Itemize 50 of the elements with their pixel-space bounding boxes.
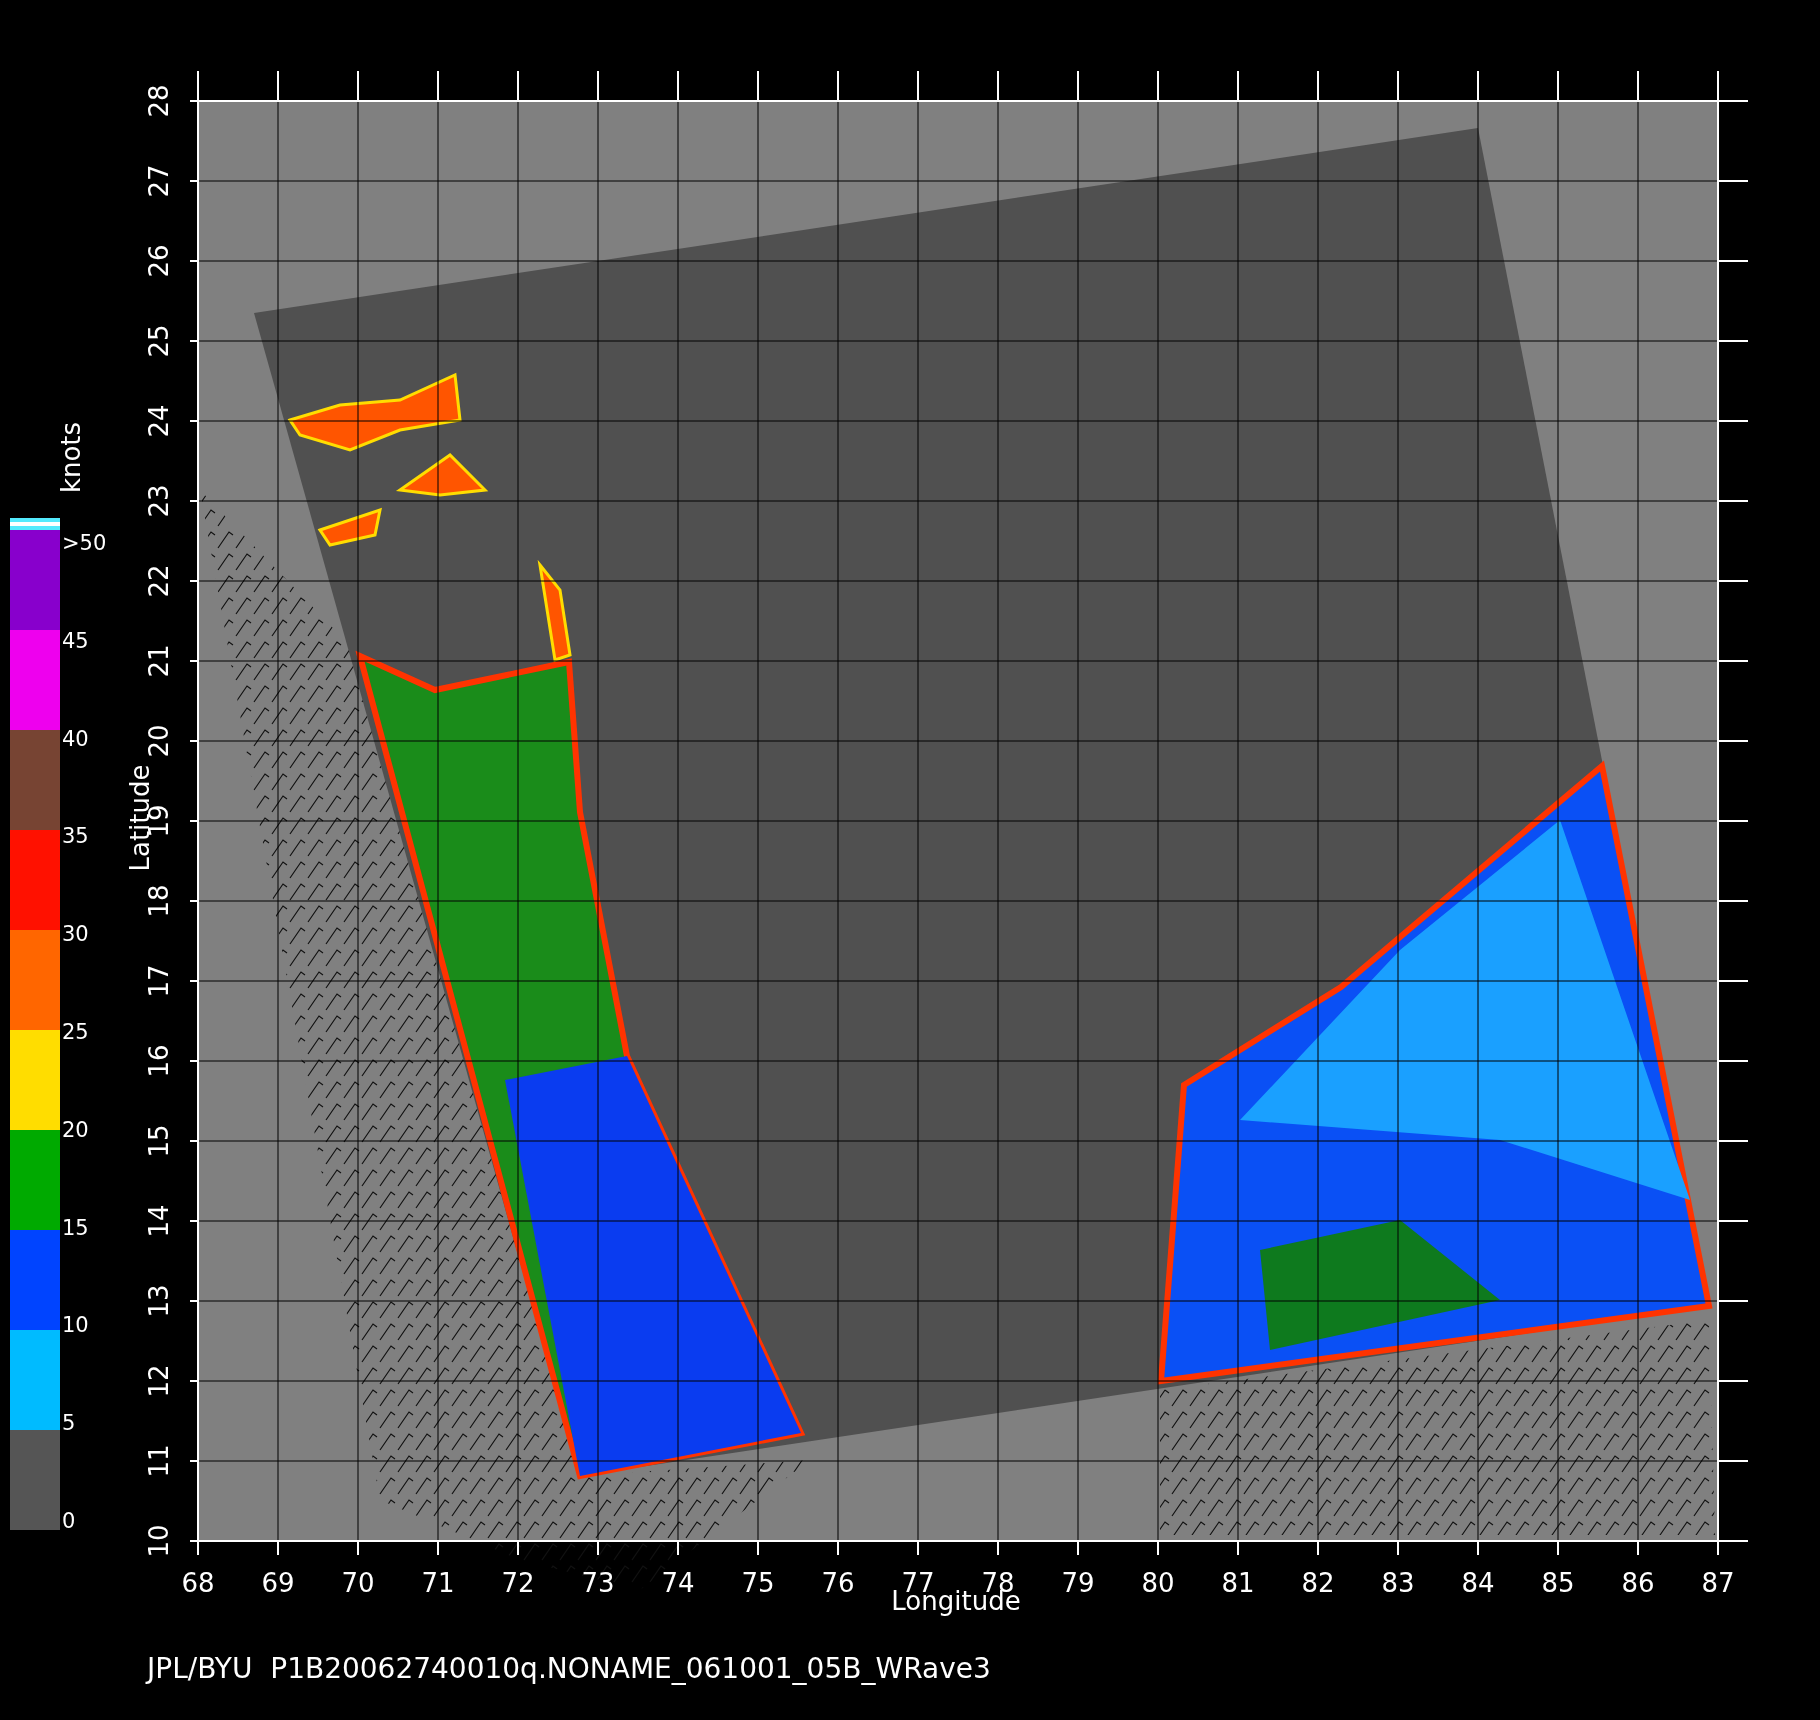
longitude-tick-label: 81 (1221, 1568, 1255, 1598)
latitude-tick-label: 24 (144, 404, 174, 438)
longitude-tick-label: 82 (1301, 1568, 1335, 1598)
longitude-tick-label: 83 (1381, 1568, 1415, 1598)
longitude-tick-label: 70 (341, 1568, 375, 1598)
longitude-tick-label: 75 (741, 1568, 775, 1598)
longitude-tick-label: 69 (261, 1568, 295, 1598)
longitude-tick-label: 80 (1141, 1568, 1175, 1598)
longitude-tick-label: 76 (821, 1568, 855, 1598)
longitude-tick-label: 71 (421, 1568, 455, 1598)
longitude-tick-label: 85 (1541, 1568, 1575, 1598)
colorbar-label: 0 (62, 1509, 77, 1532)
latitude-tick-label: 26 (144, 244, 174, 278)
longitude-tick-label: 73 (581, 1568, 615, 1598)
latitude-tick-label: 13 (144, 1284, 174, 1318)
wind-patch-drawing (317, 507, 382, 547)
footer-caption: JPL/BYU P1B20062740010q.NONAME_061001_05B_WRave3 (147, 1651, 991, 1687)
colorbar-label: 40 (62, 727, 90, 750)
latitude-tick-label: 23 (144, 484, 174, 518)
latitude-tick-label: 27 (144, 164, 174, 198)
latitude-tick-label: 14 (144, 1204, 174, 1238)
latitude-tick-label: 18 (144, 884, 174, 918)
longitude-tick-label: 79 (1061, 1568, 1095, 1598)
latitude-tick-label: 17 (144, 964, 174, 998)
longitude-tick-label: 87 (1701, 1568, 1735, 1598)
colorbar-label: 25 (62, 1021, 90, 1043)
latitude-tick-label: 10 (144, 1524, 174, 1558)
colorbar-label: 45 (62, 629, 90, 652)
colorbar-label: 35 (62, 825, 90, 848)
latitude-tick-label: 28 (144, 84, 174, 118)
latitude-tick-label: 15 (144, 1124, 174, 1158)
longitude-tick-label: 72 (501, 1568, 535, 1598)
colorbar-label: 10 (62, 1314, 90, 1337)
longitude-tick-label: 74 (661, 1568, 695, 1598)
colorbar-label: 30 (62, 923, 90, 946)
colorbar-unit: knots (55, 421, 88, 494)
latitude-tick-label: 12 (144, 1364, 174, 1398)
colorbar-label: >50 (62, 532, 107, 554)
longitude-tick-label: 68 (181, 1568, 215, 1598)
longitude-tick-label: 84 (1461, 1568, 1495, 1598)
latitude-tick-label: 11 (144, 1444, 174, 1478)
latitude-tick-label: 21 (144, 644, 174, 678)
latitude-tick-label: 22 (144, 564, 174, 598)
colorbar-label: 20 (62, 1118, 90, 1141)
longitude-tick-label: 86 (1621, 1568, 1655, 1598)
latitude-tick-label: 25 (144, 324, 174, 358)
colorbar-label: 15 (62, 1216, 90, 1239)
latitude-tick-label: 16 (144, 1044, 174, 1078)
latitude-tick-label: 20 (144, 724, 174, 758)
colorbar-label: 5 (62, 1412, 77, 1435)
